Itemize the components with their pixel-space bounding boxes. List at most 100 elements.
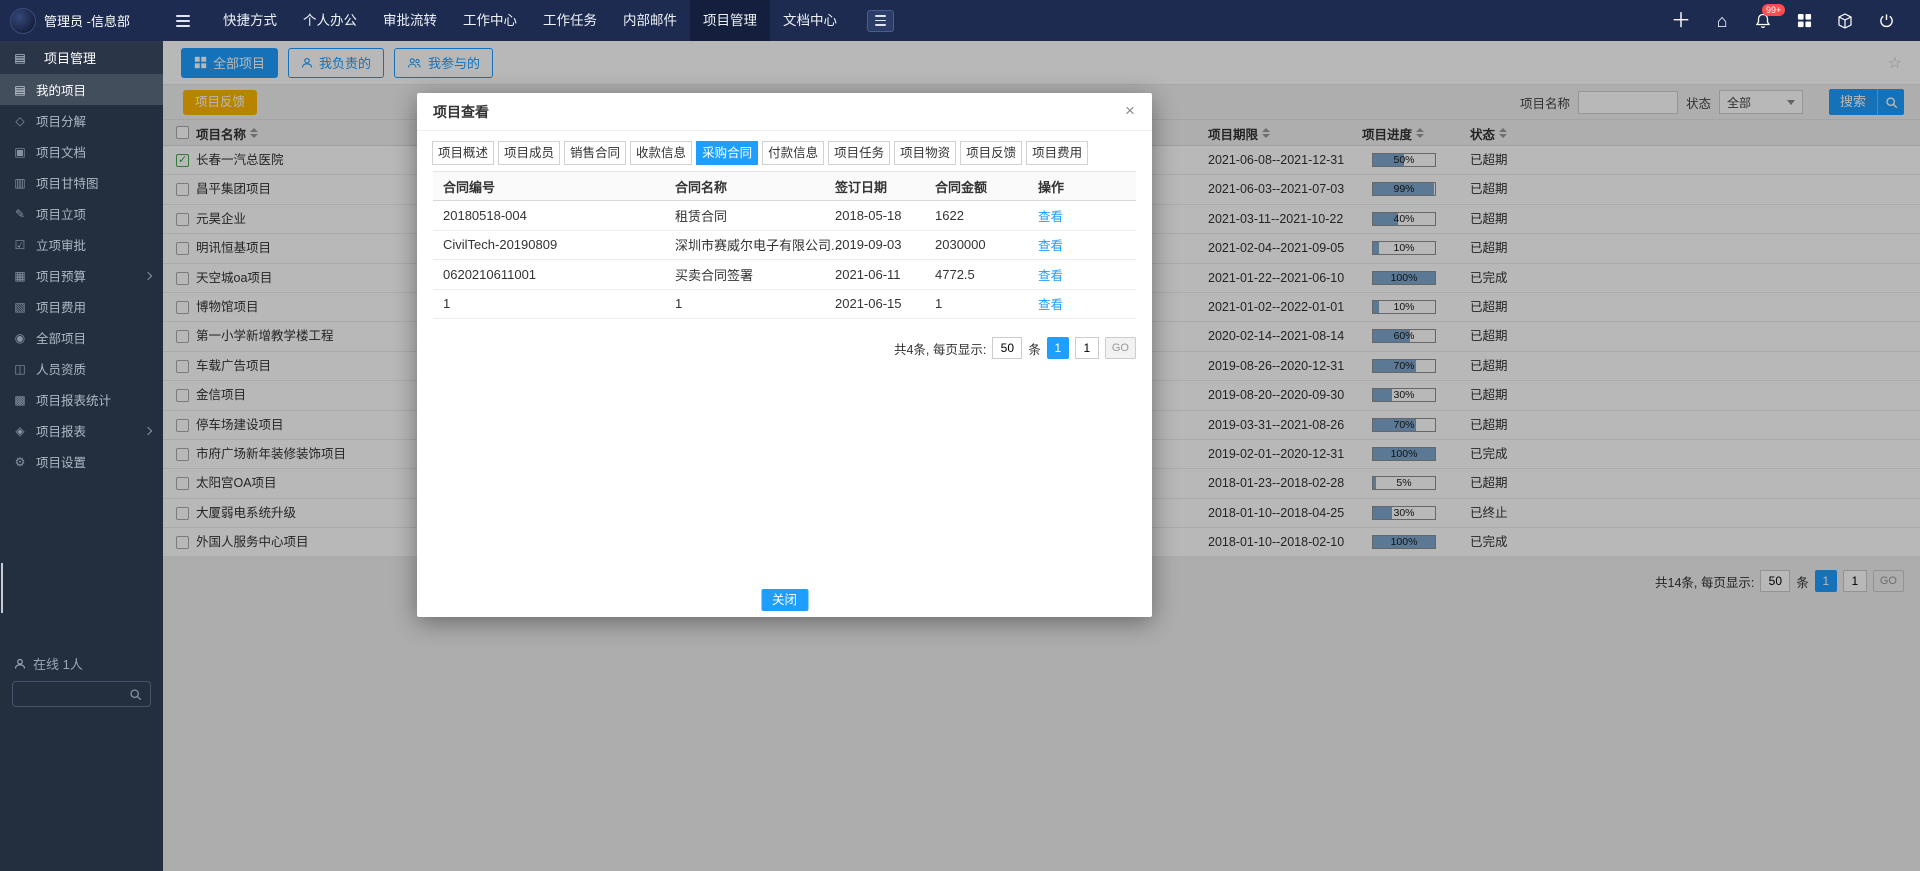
view-link[interactable]: 查看 — [1038, 269, 1063, 283]
contract-date: 2019-09-03 — [835, 237, 935, 252]
close-icon[interactable]: × — [1120, 101, 1140, 121]
goto-page-input[interactable] — [1075, 337, 1099, 359]
header-contract-amount: 合同金额 — [935, 177, 1038, 196]
go-button[interactable]: GO — [1105, 337, 1136, 359]
view-link[interactable]: 查看 — [1038, 239, 1063, 253]
modal-tab[interactable]: 项目费用 — [1026, 141, 1088, 165]
sidebar-collapse-handle[interactable] — [1, 563, 5, 613]
nav-item[interactable]: 内部邮件 — [610, 0, 690, 41]
pagination-summary: 共4条, 每页显示: — [894, 339, 986, 358]
sidebar-item[interactable]: ▣ 项目文档 — [0, 136, 163, 167]
sidebar-item-icon: ▥ — [12, 176, 28, 190]
chevron-right-icon — [144, 426, 152, 434]
view-link[interactable]: 查看 — [1038, 210, 1063, 224]
contract-amount: 2030000 — [935, 237, 1038, 252]
nav-item[interactable]: 文档中心 — [770, 0, 850, 41]
view-link[interactable]: 查看 — [1038, 298, 1063, 312]
sidebar-item[interactable]: ▤ 我的项目 — [0, 74, 163, 105]
contract-name: 深圳市赛威尔电子有限公司... — [675, 235, 835, 254]
nav-item-label: 工作任务 — [543, 13, 597, 28]
sidebar-item[interactable]: ◈ 项目报表 — [0, 415, 163, 446]
sidebar-item[interactable]: ◇ 项目分解 — [0, 105, 163, 136]
page-size-input[interactable] — [992, 337, 1022, 359]
modal-pagination: 共4条, 每页显示: 条 1 GO — [433, 337, 1136, 359]
sidebar-item-icon: ▣ — [12, 145, 28, 159]
contract-name: 买卖合同签署 — [675, 265, 835, 284]
sidebar-item[interactable]: ▦ 项目预算 — [0, 260, 163, 291]
contract-table: 合同编号 合同名称 签订日期 合同金额 操作 20180518-004 租赁合同… — [433, 171, 1136, 319]
modal-tab[interactable]: 收款信息 — [630, 141, 692, 165]
header-contract-action: 操作 — [1038, 177, 1136, 196]
nav-item[interactable]: 工作中心 — [450, 0, 530, 41]
modal-close-button[interactable]: 关闭 — [761, 589, 808, 611]
sidebar-item[interactable]: ✎ 项目立项 — [0, 198, 163, 229]
nav-item[interactable]: 项目管理 — [690, 0, 770, 41]
sidebar-item[interactable]: ▧ 项目费用 — [0, 291, 163, 322]
modal-tab-label: 采购合同 — [702, 146, 752, 160]
modal-title: 项目查看 — [417, 93, 1152, 131]
home-icon[interactable]: ⌂ — [1712, 11, 1732, 31]
modal-tab-label: 项目反馈 — [966, 146, 1016, 160]
modal-tab[interactable]: 销售合同 — [564, 141, 626, 165]
online-count: 在线 1人 — [33, 654, 83, 673]
sidebar-item-icon: ▧ — [12, 300, 28, 314]
sidebar-item-icon: ◉ — [12, 331, 28, 345]
module-icon: ▤ — [12, 51, 28, 65]
nav-item-label: 项目管理 — [703, 13, 757, 28]
sidebar-item[interactable]: ⚙ 项目设置 — [0, 446, 163, 477]
more-menus-button[interactable] — [867, 10, 894, 32]
modal-tab[interactable]: 采购合同 — [696, 141, 758, 165]
add-icon[interactable]: ＋ — [1671, 11, 1691, 31]
sidebar-item-label: 项目文档 — [36, 142, 86, 161]
sidebar-item-label: 全部项目 — [36, 328, 86, 347]
modal-tab-label: 项目物资 — [900, 146, 950, 160]
modal-tab-label: 付款信息 — [768, 146, 818, 160]
sidebar-item[interactable]: ▥ 项目甘特图 — [0, 167, 163, 198]
modal-tab[interactable]: 项目反馈 — [960, 141, 1022, 165]
nav-item-label: 个人办公 — [303, 13, 357, 28]
notification-count-badge: 99+ — [1762, 4, 1785, 16]
modal-tab[interactable]: 项目物资 — [894, 141, 956, 165]
power-icon[interactable] — [1876, 11, 1896, 31]
nav-item[interactable]: 审批流转 — [370, 0, 450, 41]
sidebar-item-label: 项目费用 — [36, 297, 86, 316]
sidebar-item[interactable]: ☑ 立项审批 — [0, 229, 163, 260]
main-menu: 快捷方式 个人办公 审批流转 工作中心 工作任务 内部邮件 项目管理 文档中心 — [210, 0, 850, 41]
sidebar-item-icon: ▦ — [12, 269, 28, 283]
sidebar-toggle-button[interactable] — [176, 15, 190, 27]
apps-grid-icon[interactable] — [1794, 11, 1814, 31]
sidebar-item-label: 立项审批 — [36, 235, 86, 254]
sidebar-item[interactable]: ▩ 项目报表统计 — [0, 384, 163, 415]
contract-table-body: 20180518-004 租赁合同 2018-05-18 1622 查看 Civ… — [433, 201, 1136, 319]
sidebar-item-label: 项目分解 — [36, 111, 86, 130]
sidebar-item-icon: ▩ — [12, 393, 28, 407]
nav-item-label: 审批流转 — [383, 13, 437, 28]
modal-tab[interactable]: 项目概述 — [432, 141, 494, 165]
modal-tab-label: 项目费用 — [1032, 146, 1082, 160]
nav-item[interactable]: 工作任务 — [530, 0, 610, 41]
sidebar-search-box — [12, 681, 151, 707]
package-icon[interactable] — [1835, 11, 1855, 31]
project-view-modal: 项目查看 × 项目概述 项目成员 销售合同 收款信息 采购合同 付款信息 项目任… — [417, 93, 1152, 617]
sidebar-item[interactable]: ◉ 全部项目 — [0, 322, 163, 353]
nav-item[interactable]: 快捷方式 — [210, 0, 290, 41]
notifications-bell-icon[interactable]: 99+ — [1753, 11, 1773, 31]
sidebar-item[interactable]: ◫ 人员资质 — [0, 353, 163, 384]
sidebar: ▤ 项目管理 ▤ 我的项目 ◇ 项目分解 ▣ 项目文档 ▥ 项目甘特图 ✎ 项目… — [0, 41, 163, 871]
contract-name: 1 — [675, 296, 835, 311]
navbar-actions: ＋ ⌂ 99+ — [1671, 11, 1896, 31]
sidebar-item-icon: ☑ — [12, 238, 28, 252]
current-user: 管理员 -信息部 — [44, 11, 130, 30]
contract-amount: 1 — [935, 296, 1038, 311]
sidebar-search-input[interactable] — [21, 687, 129, 701]
sidebar-item-icon: ◈ — [12, 424, 28, 438]
modal-tab-label: 销售合同 — [570, 146, 620, 160]
nav-item[interactable]: 个人办公 — [290, 0, 370, 41]
sidebar-item-label: 我的项目 — [36, 80, 86, 99]
modal-tab[interactable]: 付款信息 — [762, 141, 824, 165]
modal-tab[interactable]: 项目成员 — [498, 141, 560, 165]
modal-tab[interactable]: 项目任务 — [828, 141, 890, 165]
nav-item-label: 快捷方式 — [223, 13, 277, 28]
sidebar-item-label: 项目设置 — [36, 452, 86, 471]
page-number-button[interactable]: 1 — [1047, 337, 1069, 359]
